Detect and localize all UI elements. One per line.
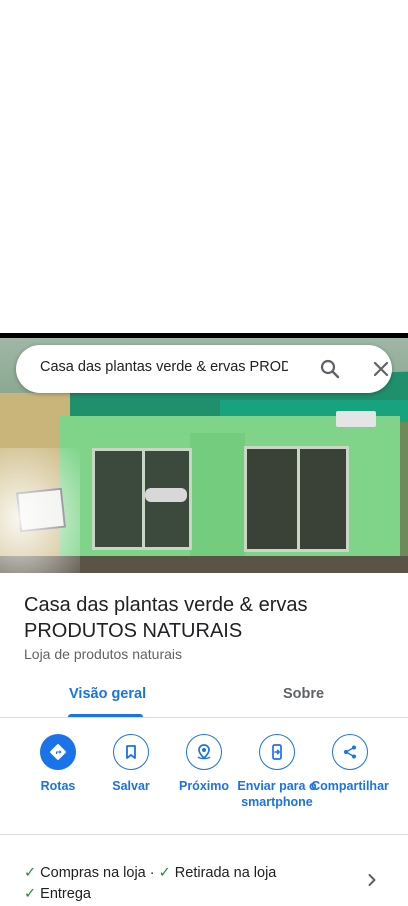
share-button[interactable]: Compartilhar: [310, 733, 390, 794]
service-separator: ·: [149, 865, 155, 881]
save-label: Salvar: [112, 779, 150, 793]
search-input[interactable]: Casa das plantas verde & ervas PRODUTOS …: [40, 359, 288, 375]
send-to-phone-icon: [259, 734, 295, 770]
directions-icon: [40, 734, 76, 770]
place-title: Casa das plantas verde & ervas PRODUTOS …: [24, 594, 308, 642]
nearby-button[interactable]: Próximo: [164, 733, 244, 794]
service-item: Compras na loja: [40, 865, 146, 881]
photo-door: [244, 446, 349, 552]
save-button[interactable]: Salvar: [91, 733, 171, 794]
bookmark-icon: [113, 734, 149, 770]
check-icon: ✓: [24, 886, 37, 902]
service-item: Retirada na loja: [174, 865, 277, 881]
tab-bar: Visão geral Sobre: [0, 676, 408, 718]
service-options[interactable]: ✓ Compras na loja · ✓ Retirada na loja ✓ En…: [24, 863, 344, 905]
send-to-phone-label: Enviar para o smartphone: [237, 779, 317, 809]
photo-glare: [0, 448, 80, 573]
tab-overview[interactable]: Visão geral: [69, 686, 146, 702]
chevron-right-icon[interactable]: [362, 870, 382, 890]
blank-area: [0, 0, 408, 333]
share-label: Compartilhar: [311, 779, 389, 793]
nearby-label: Próximo: [178, 779, 229, 793]
directions-label: Rotas: [40, 779, 76, 793]
share-icon: [332, 734, 368, 770]
service-item: Entrega: [40, 886, 91, 902]
send-to-phone-button[interactable]: Enviar para o smartphone: [237, 733, 317, 810]
search-bar[interactable]: Casa das plantas verde & ervas PRODUTOS …: [16, 345, 392, 393]
directions-button[interactable]: Rotas: [18, 733, 98, 794]
close-icon[interactable]: [369, 357, 393, 381]
nearby-icon: [186, 734, 222, 770]
check-icon: ✓: [158, 865, 171, 881]
divider: [0, 834, 408, 835]
search-icon[interactable]: [318, 357, 342, 381]
action-bar: Rotas Salvar Próximo Enviar para o smart…: [0, 733, 408, 833]
tab-about[interactable]: Sobre: [283, 686, 324, 702]
photo-pillar: [190, 433, 245, 568]
check-icon: ✓: [24, 865, 37, 881]
photo-car: [145, 488, 187, 502]
active-tab-indicator: [68, 714, 143, 717]
photo-air-conditioner: [336, 411, 376, 427]
place-category: Loja de produtos naturais: [24, 646, 182, 662]
